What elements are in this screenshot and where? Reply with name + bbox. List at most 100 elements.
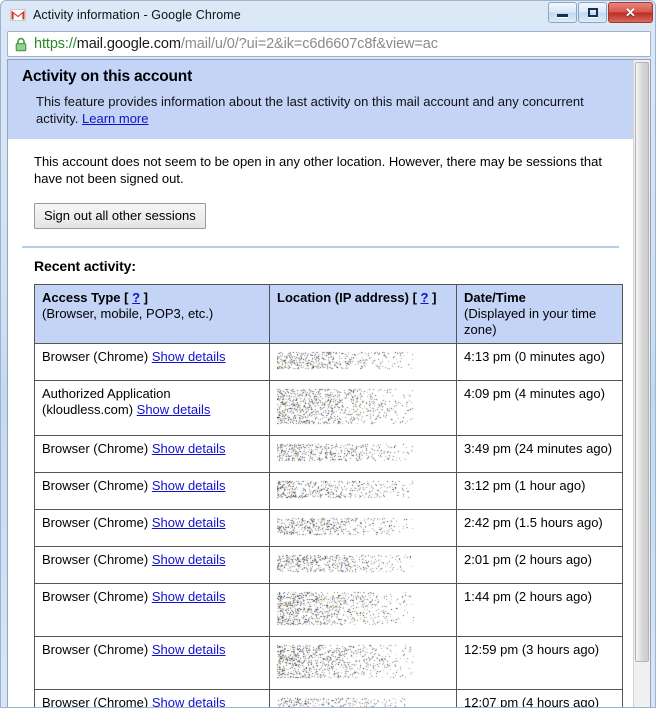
- close-icon: ✕: [625, 4, 636, 20]
- vertical-scrollbar[interactable]: [633, 60, 650, 707]
- table-row: Browser (Chrome) Show details 4:13 pm (0 …: [34, 343, 623, 381]
- sign-out-all-sessions-button[interactable]: Sign out all other sessions: [34, 203, 206, 229]
- padlock-secure-icon: [14, 37, 28, 52]
- access-type-value: Browser (Chrome): [42, 515, 149, 530]
- cell-date-time: 2:42 pm (1.5 hours ago): [456, 509, 623, 547]
- show-details-link[interactable]: Show details: [152, 478, 226, 493]
- table-row: Browser (Chrome) Show details 3:49 pm (24…: [34, 435, 623, 473]
- redaction-noise: [277, 695, 449, 707]
- show-details-link[interactable]: Show details: [152, 642, 226, 657]
- title-bar: Activity information - Google Chrome ✕: [1, 1, 655, 29]
- redaction-noise: [277, 478, 449, 504]
- table-row: Browser (Chrome) Show details 12:07 pm (4…: [34, 689, 623, 708]
- cell-location-redacted: [269, 636, 457, 690]
- table-row: Browser (Chrome) Show details 3:12 pm (1 …: [34, 472, 623, 510]
- show-details-link[interactable]: Show details: [152, 441, 226, 456]
- table-row: Browser (Chrome) Show details 2:01 pm (2 …: [34, 546, 623, 584]
- activity-information-page: Activity on this account This feature pr…: [8, 60, 633, 708]
- redaction-noise: [277, 642, 449, 684]
- table-row: Authorized Application (kloudless.com) Sh…: [34, 380, 623, 436]
- minimize-button[interactable]: [548, 2, 577, 23]
- show-details-link[interactable]: Show details: [152, 589, 226, 604]
- minimize-icon: [549, 3, 576, 22]
- redaction-noise: [277, 552, 449, 578]
- access-type-value: Authorized Application: [42, 386, 171, 401]
- access-type-value: Browser (Chrome): [42, 478, 149, 493]
- redacted-ip-address: [277, 349, 448, 375]
- recent-activity-table: Access Type [ ? ] (Browser, mobile, POP3…: [34, 284, 623, 708]
- url-text[interactable]: https://mail.google.com/mail/u/0/?ui=2&i…: [34, 36, 438, 52]
- cell-access-type: Browser (Chrome) Show details: [34, 343, 270, 381]
- cell-date-time: 12:07 pm (4 hours ago): [456, 689, 623, 707]
- date-time-label: Date/Time: [464, 290, 526, 305]
- access-type-help-icon[interactable]: ?: [132, 290, 140, 305]
- show-details-link[interactable]: Show details: [152, 349, 226, 364]
- show-details-link[interactable]: Show details: [152, 515, 226, 530]
- cell-access-type: Browser (Chrome) Show details: [34, 435, 270, 473]
- browser-window: Activity information - Google Chrome ✕ h…: [0, 0, 656, 708]
- recent-activity-title: Recent activity:: [34, 258, 136, 274]
- gmail-m-icon: [10, 7, 26, 23]
- location-help-icon[interactable]: ?: [421, 290, 429, 305]
- cell-date-time: 2:01 pm (2 hours ago): [456, 546, 623, 584]
- table-body: Browser (Chrome) Show details 4:13 pm (0 …: [34, 343, 623, 708]
- redaction-noise: [277, 441, 449, 467]
- cell-access-type: Browser (Chrome) Show details: [34, 583, 270, 637]
- access-type-help-bracket: [ ? ]: [124, 290, 149, 305]
- url-path: /mail/u/0/?ui=2&ik=c6d6607c8f&view=ac: [180, 36, 438, 52]
- cell-date-time: 4:09 pm (4 minutes ago): [456, 380, 623, 436]
- column-header-access-type: Access Type [ ? ] (Browser, mobile, POP3…: [34, 284, 270, 344]
- restore-button[interactable]: [578, 2, 607, 23]
- table-row: Browser (Chrome) Show details 2:42 pm (1.…: [34, 509, 623, 547]
- session-notice: This account does not seem to be open in…: [34, 154, 602, 186]
- access-type-sublabel: (Browser, mobile, POP3, etc.): [42, 306, 214, 321]
- cell-location-redacted: [269, 435, 457, 473]
- redaction-noise: [277, 589, 449, 631]
- redacted-ip-address: [277, 515, 448, 541]
- cell-access-type: Browser (Chrome) Show details: [34, 509, 270, 547]
- cell-location-redacted: [269, 509, 457, 547]
- show-details-link[interactable]: Show details: [137, 402, 211, 417]
- redacted-ip-address: [277, 386, 448, 430]
- redaction-noise: [277, 386, 449, 430]
- scrollbar-thumb[interactable]: [635, 62, 649, 662]
- cell-location-redacted: [269, 583, 457, 637]
- cell-access-type: Browser (Chrome) Show details: [34, 546, 270, 584]
- cell-access-type: Authorized Application (kloudless.com) Sh…: [34, 380, 270, 436]
- cell-location-redacted: [269, 546, 457, 584]
- table-row: Browser (Chrome) Show details 1:44 pm (2 …: [34, 583, 623, 637]
- table-header-row: Access Type [ ? ] (Browser, mobile, POP3…: [34, 284, 623, 344]
- sign-out-row: Sign out all other sessions: [22, 187, 619, 229]
- redacted-ip-address: [277, 589, 448, 631]
- address-bar[interactable]: https://mail.google.com/mail/u/0/?ui=2&i…: [7, 31, 651, 57]
- cell-location-redacted: [269, 689, 457, 707]
- page-viewport: Activity on this account This feature pr…: [7, 59, 651, 708]
- access-type-value: Browser (Chrome): [42, 349, 149, 364]
- page-content: This account does not seem to be open in…: [8, 139, 633, 708]
- redaction-noise: [277, 349, 449, 375]
- table-header: Access Type [ ? ] (Browser, mobile, POP3…: [34, 284, 623, 344]
- intro-band: Activity on this account This feature pr…: [8, 60, 633, 139]
- cell-date-time: 1:44 pm (2 hours ago): [456, 583, 623, 637]
- cell-date-time: 3:12 pm (1 hour ago): [456, 472, 623, 510]
- window-title: Activity information - Google Chrome: [33, 8, 241, 22]
- location-help-bracket: [ ? ]: [412, 290, 437, 305]
- column-header-date-time: Date/Time (Displayed in your time zone): [456, 284, 623, 344]
- cell-date-time: 12:59 pm (3 hours ago): [456, 636, 623, 690]
- cell-location-redacted: [269, 472, 457, 510]
- learn-more-link[interactable]: Learn more: [82, 111, 148, 126]
- redacted-ip-address: [277, 642, 448, 684]
- show-details-link[interactable]: Show details: [152, 695, 226, 707]
- table-row: Browser (Chrome) Show details 12:59 pm (3…: [34, 636, 623, 690]
- cell-access-type: Browser (Chrome) Show details: [34, 472, 270, 510]
- cell-location-redacted: [269, 380, 457, 436]
- close-button[interactable]: ✕: [608, 2, 653, 23]
- access-type-value: Browser (Chrome): [42, 695, 149, 708]
- cell-date-time: 4:13 pm (0 minutes ago): [456, 343, 623, 381]
- redacted-ip-address: [277, 441, 448, 467]
- redacted-ip-address: [277, 695, 448, 707]
- date-time-sublabel: (Displayed in your time zone): [464, 306, 597, 337]
- cell-access-type: Browser (Chrome) Show details: [34, 636, 270, 690]
- show-details-link[interactable]: Show details: [152, 552, 226, 567]
- access-type-value: Browser (Chrome): [42, 552, 149, 567]
